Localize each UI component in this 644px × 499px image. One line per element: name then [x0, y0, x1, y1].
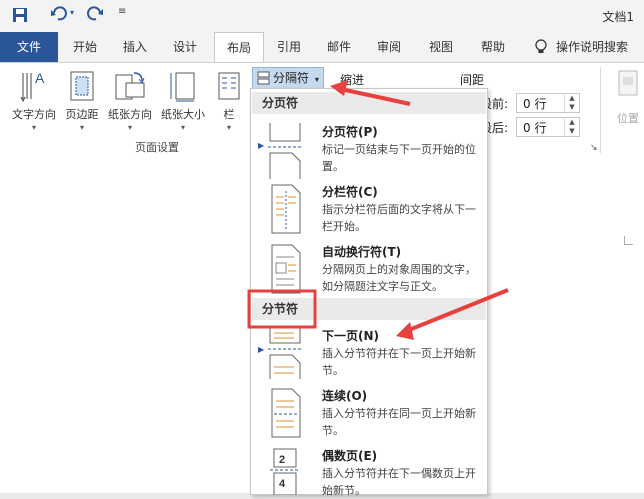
breaks-button[interactable]: 分隔符 ▾ — [252, 67, 324, 89]
columns-icon — [218, 72, 240, 100]
next-page-icon — [266, 327, 306, 382]
page-break-icon — [266, 123, 306, 182]
menu-item-description: 插入分节符并在下一偶数页上开始新节。 — [322, 467, 476, 497]
ribbon-tabs: 文件 开始 插入 设计 布局 引用 邮件 审阅 视图 帮助 操作说明搜索 — [0, 32, 644, 64]
column-break-icon — [266, 183, 306, 238]
group-separator — [600, 67, 601, 153]
spinner-arrows-icon[interactable]: ▲ ▼ — [564, 118, 579, 136]
menu-item-continuous[interactable]: 连续(O) 插入分节符并在同一页上开始新节。 — [252, 387, 486, 443]
margins-button[interactable]: 页边距 ▾ — [62, 69, 102, 132]
tab-references[interactable]: 引用 — [266, 32, 312, 62]
svg-text:A: A — [35, 70, 45, 86]
menu-item-column-break[interactable]: 分栏符(C) 指示分栏符后面的文字将从下一栏开始。 — [252, 183, 486, 239]
menu-item-page-break[interactable]: ▶ 分页符(P) 标记一页结束与下一页开始的位置。 — [252, 123, 486, 179]
tab-review[interactable]: 审阅 — [366, 32, 412, 62]
position-icon — [618, 70, 638, 96]
menu-item-description: 分隔网页上的对象周围的文字，如分隔题注文字与正文。 — [322, 263, 476, 293]
text-direction-label: 文字方向 — [12, 108, 56, 121]
position-button[interactable]: 位置 — [612, 69, 644, 126]
columns-button[interactable]: 栏 ▾ — [214, 69, 244, 132]
size-button[interactable]: 纸张大小 ▾ — [158, 69, 208, 132]
orientation-icon — [115, 72, 145, 100]
tab-mailings[interactable]: 邮件 — [316, 32, 362, 62]
spinner-arrows-icon[interactable]: ▲ ▼ — [564, 94, 579, 112]
section-header-section-breaks: 分节符 — [252, 298, 486, 320]
menu-item-description: 插入分节符并在下一页上开始新节。 — [322, 347, 476, 377]
spacing-after-value: 0 行 — [523, 121, 547, 135]
tab-design[interactable]: 设计 — [162, 32, 208, 62]
tab-home[interactable]: 开始 — [62, 32, 108, 62]
menu-item-description: 标记一页结束与下一页开始的位置。 — [322, 143, 476, 173]
menu-item-title: 连续(O) — [322, 389, 368, 403]
menu-item-title: 偶数页(E) — [322, 449, 378, 463]
orientation-button[interactable]: 纸张方向 ▾ — [104, 69, 156, 132]
chevron-down-icon: ▾ — [31, 123, 36, 132]
pointer-icon: ▶ — [258, 141, 265, 150]
pointer-icon: ▶ — [258, 345, 265, 354]
size-icon — [170, 72, 195, 102]
spacing-after-input[interactable]: 0 行 ▲ ▼ — [516, 117, 580, 137]
tell-me-search[interactable]: 操作说明搜索 — [556, 32, 644, 62]
redo-icon[interactable] — [86, 5, 104, 27]
customize-icon[interactable]: ≡ — [118, 6, 126, 17]
margins-icon — [70, 71, 94, 101]
menu-item-description: 指示分栏符后面的文字将从下一栏开始。 — [322, 203, 476, 233]
tab-file[interactable]: 文件 — [0, 32, 58, 62]
menu-item-text-wrapping-break[interactable]: 自动换行符(T) 分隔网页上的对象周围的文字，如分隔题注文字与正文。 — [252, 243, 486, 299]
breaks-label: 分隔符 — [273, 71, 310, 85]
margin-corner-mark — [624, 236, 633, 245]
margins-label: 页边距 — [65, 108, 99, 121]
text-wrapping-break-icon — [266, 243, 306, 298]
save-icon[interactable] — [12, 7, 28, 27]
menu-item-description: 插入分节符并在同一页上开始新节。 — [322, 407, 476, 437]
tab-view[interactable]: 视图 — [418, 32, 464, 62]
even-page-icon: 24 — [266, 447, 306, 498]
menu-item-title: 下一页(N) — [322, 329, 380, 343]
tab-insert[interactable]: 插入 — [112, 32, 158, 62]
spacing-before-value: 0 行 — [523, 97, 547, 111]
document-title: 文档1 — [602, 10, 634, 24]
svg-text:2: 2 — [279, 454, 285, 466]
lightbulb-icon[interactable] — [532, 32, 550, 62]
menu-item-even-page[interactable]: 24 偶数页(E) 插入分节符并在下一偶数页上开始新节。 — [252, 447, 486, 498]
position-label: 位置 — [617, 112, 639, 125]
dialog-launcher-icon[interactable]: ↘ — [590, 143, 598, 153]
page-setup-group-label: 页面设置 — [135, 141, 179, 154]
chevron-down-icon: ▾ — [314, 75, 319, 84]
breaks-dropdown-menu: 分页符 ▶ 分页符(P) 标记一页结束与下一页开始的位置。 分栏符(C) 指示分… — [250, 88, 488, 498]
size-label: 纸张大小 — [161, 108, 205, 121]
title-bar: ▾ ≡ 文档1 — [0, 0, 644, 32]
menu-item-title: 分栏符(C) — [322, 185, 378, 199]
undo-icon[interactable] — [50, 5, 70, 27]
menu-item-next-page[interactable]: ▶ 下一页(N) 插入分节符并在下一页上开始新节。 — [252, 327, 486, 383]
text-direction-icon: A — [20, 70, 45, 103]
menu-item-title: 分页符(P) — [322, 125, 378, 139]
undo-dropdown-icon[interactable]: ▾ — [70, 8, 74, 17]
columns-label: 栏 — [223, 108, 235, 121]
section-header-page-breaks: 分页符 — [252, 92, 486, 114]
menu-item-title: 自动换行符(T) — [322, 245, 402, 259]
chevron-down-icon: ▾ — [226, 123, 231, 132]
chevron-down-icon: ▾ — [180, 123, 185, 132]
continuous-icon — [266, 387, 306, 442]
spacing-label: 间距 — [460, 73, 485, 87]
chevron-down-icon: ▾ — [79, 123, 84, 132]
chevron-down-icon: ▾ — [127, 123, 132, 132]
svg-text:4: 4 — [279, 478, 286, 490]
tab-layout[interactable]: 布局 — [214, 32, 264, 64]
indent-label: 缩进 — [340, 73, 365, 87]
spacing-before-input[interactable]: 0 行 ▲ ▼ — [516, 93, 580, 113]
text-direction-button[interactable]: A 文字方向 ▾ — [8, 69, 60, 132]
tab-help[interactable]: 帮助 — [470, 32, 516, 62]
orientation-label: 纸张方向 — [108, 108, 152, 121]
